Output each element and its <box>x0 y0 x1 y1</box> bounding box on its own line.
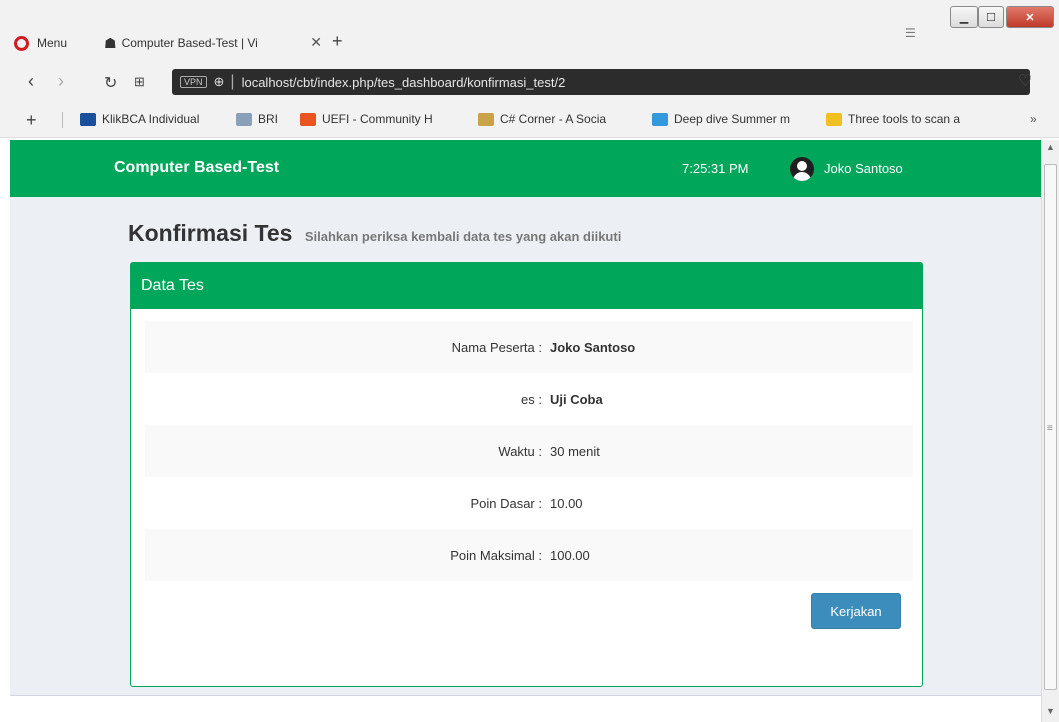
bookmark-label: C# Corner - A Socia <box>500 112 607 126</box>
box-title: Data Tes <box>131 263 922 309</box>
bookmark-item[interactable]: BRI <box>236 112 278 126</box>
scroll-grip-icon: ≡ <box>1047 423 1053 434</box>
window-maximize-button[interactable]: ☐ <box>978 6 1004 28</box>
table-row: Poin Maksimal : 100.00 <box>145 529 913 581</box>
url-separator: | <box>230 73 235 90</box>
back-icon[interactable]: ‹ <box>28 71 34 92</box>
bookmark-favicon-icon <box>236 112 252 126</box>
vertical-scrollbar[interactable]: ▲ ≡ ▼ <box>1041 140 1059 722</box>
globe-icon: ⊕ <box>213 74 225 89</box>
bookmark-favicon-icon <box>826 112 842 126</box>
user-menu-name[interactable]: Joko Santoso <box>824 161 903 176</box>
bookmark-item[interactable]: Deep dive Summer m <box>652 112 790 126</box>
more-bookmarks-icon[interactable]: » <box>1030 112 1037 126</box>
tab-close-icon[interactable]: ✕ <box>310 34 322 51</box>
page-viewport: Computer Based-Test 7:25:31 PM Joko Sant… <box>10 140 1041 722</box>
address-bar-row: ‹ › ↻ ⊞ VPN ⊕ | localhost/cbt/index.php/… <box>0 62 1059 102</box>
bookmark-item[interactable]: C# Corner - A Socia <box>478 112 606 126</box>
bookmarks-bar: + KlikBCA Individual BRI UEFI - Communit… <box>0 102 1059 138</box>
add-bookmark-icon[interactable]: + <box>26 110 37 131</box>
url-text: localhost/cbt/index.php/tes_dashboard/ko… <box>241 74 566 90</box>
row-label: Poin Dasar : <box>470 495 542 511</box>
page-title: Konfirmasi Tes Silahkan periksa kembali … <box>128 220 621 247</box>
bookmark-label: Deep dive Summer m <box>674 112 791 126</box>
bookmark-label: UEFI - Community H <box>322 112 433 126</box>
browser-tab-active[interactable]: ☗ Computer Based-Test | Vi ✕ <box>104 30 326 56</box>
vpn-badge[interactable]: VPN <box>180 76 207 88</box>
tab-title: Computer Based-Test | Vi <box>121 36 258 50</box>
scroll-up-icon[interactable]: ▲ <box>1046 142 1055 152</box>
page-footer <box>10 695 1041 722</box>
bookmark-item[interactable]: Three tools to scan a <box>826 112 960 126</box>
table-row: es : Uji Coba <box>145 373 913 425</box>
app-header: Computer Based-Test 7:25:31 PM Joko Sant… <box>10 140 1041 197</box>
row-value: 30 menit <box>542 425 913 477</box>
row-value: 100.00 <box>542 529 913 581</box>
bookmark-favicon-icon <box>80 112 96 126</box>
row-label: Poin Maksimal : <box>145 529 542 581</box>
app-brand-link[interactable]: Computer Based-Test <box>114 159 279 177</box>
row-label: Waktu : <box>145 425 542 477</box>
bookmark-favicon-icon <box>652 112 668 126</box>
bookmark-item[interactable]: KlikBCA Individual <box>80 112 199 126</box>
bookmark-favicon-icon <box>300 112 316 126</box>
header-clock: 7:25:31 PM <box>682 161 749 176</box>
row-value: Joko Santoso <box>542 321 913 373</box>
opera-menu-button[interactable]: Menu <box>14 33 67 53</box>
data-tes-box: Data Tes Nama Peserta : Joko Santoso es … <box>130 262 923 687</box>
kerjakan-button[interactable]: Kerjakan <box>811 593 901 629</box>
window-close-button[interactable]: ✕ <box>1006 6 1054 28</box>
row-value: Uji Coba <box>550 391 603 407</box>
tab-menu-icon[interactable]: ☰ <box>905 26 916 40</box>
tab-favicon-icon: ☗ <box>104 34 117 51</box>
user-avatar-icon[interactable] <box>790 157 814 181</box>
page-subtitle: Silahkan periksa kembali data tes yang a… <box>304 229 622 244</box>
scroll-down-icon[interactable]: ▼ <box>1046 706 1055 716</box>
bookmark-label: Three tools to scan a <box>848 112 961 126</box>
menu-label: Menu <box>37 36 68 50</box>
row-value: 10.00 <box>550 495 583 511</box>
window-minimize-button[interactable]: ▁ <box>950 6 978 28</box>
speed-dial-icon[interactable]: ⊞ <box>134 74 145 90</box>
row-label: es : <box>521 391 542 407</box>
opera-logo-icon <box>14 35 29 51</box>
bookmark-label: KlikBCA Individual <box>102 112 200 126</box>
scroll-thumb[interactable]: ≡ <box>1044 164 1057 690</box>
detail-table: Nama Peserta : Joko Santoso es : Uji Cob… <box>145 321 913 581</box>
row-label: Nama Peserta : <box>145 321 542 373</box>
table-row: Nama Peserta : Joko Santoso <box>145 321 913 373</box>
page-title-text: Konfirmasi Tes <box>128 220 293 246</box>
bookmark-item[interactable]: UEFI - Community H <box>300 112 433 126</box>
bookmarks-divider <box>62 112 63 128</box>
browser-chrome: Menu ☗ Computer Based-Test | Vi ✕ + ☰ ▁ … <box>0 0 1059 140</box>
reload-icon[interactable]: ↻ <box>104 73 117 93</box>
forward-icon[interactable]: › <box>58 71 64 92</box>
bookmark-label: BRI <box>258 112 279 126</box>
new-tab-button[interactable]: + <box>332 31 343 52</box>
bookmark-favicon-icon <box>478 112 494 126</box>
table-row: Waktu : 30 menit <box>145 425 913 477</box>
url-field[interactable]: VPN ⊕ | localhost/cbt/index.php/tes_dash… <box>172 69 1030 95</box>
heart-icon[interactable]: ♡ <box>1018 71 1032 91</box>
table-row: Poin Dasar : 10.00 <box>145 477 913 529</box>
tab-bar: Menu ☗ Computer Based-Test | Vi ✕ + ☰ ▁ … <box>0 0 1059 62</box>
